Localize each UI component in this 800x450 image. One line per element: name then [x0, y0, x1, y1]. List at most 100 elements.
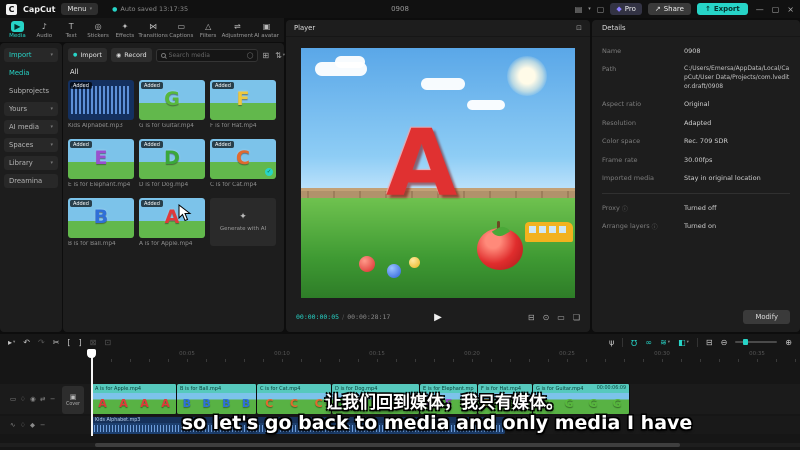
tab-captions[interactable]: ▭ Captions [168, 21, 195, 39]
chevron-down-icon: ▾ [13, 339, 16, 345]
export-button[interactable]: ↑ Export [696, 3, 748, 15]
split-icon[interactable]: ✂ [53, 338, 60, 347]
snap-magnet-icon[interactable]: Ω [631, 338, 637, 347]
cover-button[interactable]: ▣ Cover [62, 386, 84, 414]
track-mute-icon[interactable]: ⇄ [40, 395, 45, 403]
media-tile-f-hat[interactable]: F Added F is for Hat.mp4 [210, 80, 276, 129]
track-options-icon[interactable]: ▭ [10, 395, 16, 403]
sidebar-item-ai-media[interactable]: AI media ▾ [4, 120, 58, 134]
info-icon[interactable]: ⓘ [622, 204, 628, 213]
pro-button[interactable]: ◆ Pro [610, 3, 642, 15]
media-tile-d-dog[interactable]: D Added D is for Dog.mp4 [139, 139, 205, 188]
menu-button[interactable]: Menu ▾ [61, 3, 99, 15]
trim-left-icon[interactable]: [ [67, 338, 70, 347]
track-levels-icon[interactable]: ◧ ▾ [678, 338, 689, 347]
sidebar-item-yours[interactable]: Yours ▾ [4, 102, 58, 116]
media-tile-e-elephant[interactable]: E Added E is for Elephant.mp4 [68, 139, 134, 188]
share-button[interactable]: ↗ Share [647, 3, 691, 15]
ripple-glyph: ≋ [660, 337, 667, 347]
media-tile-kids-alphabet[interactable]: Added Kids Alphabet.mp3 [68, 80, 134, 129]
maximize-button[interactable]: ▢ [772, 5, 780, 14]
tab-adjustment[interactable]: ⇌ Adjustment [222, 21, 254, 39]
media-name: Kids Alphabet.mp3 [68, 123, 123, 129]
generate-with-ai-button[interactable]: ✦ Generate with AI [210, 198, 276, 246]
sidebar-item-subprojects[interactable]: Subprojects [4, 84, 58, 98]
audio-lock-icon[interactable]: ♢ [20, 421, 26, 429]
grid-view-icon[interactable]: ⊞ [262, 51, 269, 60]
sidebar-item-label: Spaces [9, 141, 34, 149]
info-icon[interactable]: ⓘ [652, 222, 658, 231]
chevron-down-icon[interactable]: ▾ [588, 6, 591, 12]
modify-button[interactable]: Modify [743, 310, 790, 324]
tab-stickers[interactable]: ◎ Stickers [85, 21, 112, 39]
delete-icon[interactable]: ⊠ [90, 338, 97, 347]
freeze-icon[interactable]: ⊡ [104, 338, 111, 347]
redo-icon[interactable]: ↷ [38, 338, 45, 347]
trim-right-icon[interactable]: ] [79, 338, 82, 347]
track-lock-icon[interactable]: ♢ [20, 395, 26, 403]
sidebar-item-import[interactable]: Import ▾ [4, 48, 58, 62]
audio-mute-icon[interactable]: ◆ [30, 421, 35, 429]
voiceover-mic-icon[interactable]: ψ [609, 338, 614, 347]
zoom-slider-thumb[interactable] [743, 339, 749, 345]
record-label: Record [124, 51, 147, 59]
tab-text[interactable]: T Text [58, 21, 85, 39]
select-tool-icon[interactable]: ▸ ▾ [8, 338, 15, 347]
app-name: CapCut [23, 4, 56, 14]
search-loop-icon[interactable]: ◯ [247, 52, 254, 59]
track-collapse-icon[interactable]: − [50, 395, 55, 403]
tab-ai-avatar[interactable]: ▣ AI avatar [253, 21, 280, 39]
playhead-handle[interactable] [87, 349, 96, 358]
playhead[interactable] [91, 350, 93, 436]
tab-audio[interactable]: ♪ Audio [31, 21, 58, 39]
audio-collapse-icon[interactable]: − [40, 421, 45, 429]
sidebar-item-media[interactable]: Media [4, 66, 58, 80]
audio-track-icon[interactable]: ∿ [10, 421, 15, 429]
play-button[interactable]: ▶ [434, 312, 442, 323]
media-tile-g-guitar[interactable]: G Added G is for Guitar.mp4 [139, 80, 205, 129]
sidebar-item-library[interactable]: Library ▾ [4, 156, 58, 170]
tab-transitions[interactable]: ⋈ Transitions [138, 21, 167, 39]
detail-row-arrange-layers: Arrange layers ⓘ Turned on [602, 222, 790, 231]
panel-toggle-icon[interactable]: ▢ [597, 5, 605, 14]
sort-icon[interactable]: ⇅ ▾ [275, 51, 285, 60]
minimize-button[interactable]: — [756, 5, 764, 14]
record-button[interactable]: ◉ Record [110, 48, 152, 62]
import-button[interactable]: ● Import [68, 48, 107, 62]
clip-a-apple[interactable]: A is for Apple.mp4 AAAA [92, 384, 177, 414]
tab-media[interactable]: ▶ Media [4, 21, 31, 39]
detail-row-resolution: Resolution Adapted [602, 119, 790, 128]
smart-frame-icon[interactable]: ⊙ [543, 313, 550, 322]
media-tile-a-apple[interactable]: A Added A is for Apple.mp4 [139, 198, 205, 247]
tab-filters[interactable]: △ Filters [195, 21, 222, 39]
track-hide-icon[interactable]: ◉ [30, 395, 36, 403]
compare-icon[interactable]: ⊟ [528, 313, 535, 322]
capcut-logo-icon: C [6, 3, 17, 15]
zoom-out-icon[interactable]: ⊖ [721, 338, 728, 347]
close-button[interactable]: × [787, 5, 794, 14]
undo-icon[interactable]: ↶ [23, 338, 30, 347]
zoom-slider[interactable] [735, 339, 778, 345]
ratio-icon[interactable]: ▭ [557, 313, 565, 322]
ripple-icon[interactable]: ≋ ▾ [660, 338, 670, 347]
sidebar-item-spaces[interactable]: Spaces ▾ [4, 138, 58, 152]
search-box[interactable]: ◯ [155, 48, 259, 62]
zoom-in-icon[interactable]: ⊕ [785, 338, 792, 347]
added-badge: Added [212, 141, 234, 148]
timeline-ruler[interactable]: 00:05 00:10 00:15 00:20 00:25 00:30 00:3… [92, 351, 800, 362]
sidebar-item-dreamina[interactable]: Dreamina [4, 174, 58, 188]
tab-effects[interactable]: ✦ Effects [112, 21, 139, 39]
tab-label: Audio [36, 33, 53, 39]
preview-axis-icon[interactable]: ⊟ [706, 338, 713, 347]
search-input[interactable] [168, 51, 244, 59]
fullscreen-icon[interactable]: ❏ [573, 313, 580, 322]
media-tile-b-ball[interactable]: B Added B is for Ball.mp4 [68, 198, 134, 247]
media-tile-c-cat[interactable]: C Added ✓ C is for Cat.mp4 [210, 139, 276, 188]
link-icon[interactable]: ∞ [645, 338, 652, 347]
clip-c-cat[interactable]: C is for Cat.mp4 C C C [257, 384, 332, 414]
layout-toggle-icon[interactable]: ▤ [575, 5, 583, 14]
clip-b-ball[interactable]: B is for Ball.mp4 BBBB [177, 384, 257, 414]
player-expand-icon[interactable]: ⊡ [576, 24, 582, 32]
timeline-scrollbar-thumb[interactable] [95, 443, 680, 447]
category-all[interactable]: All [70, 68, 279, 76]
